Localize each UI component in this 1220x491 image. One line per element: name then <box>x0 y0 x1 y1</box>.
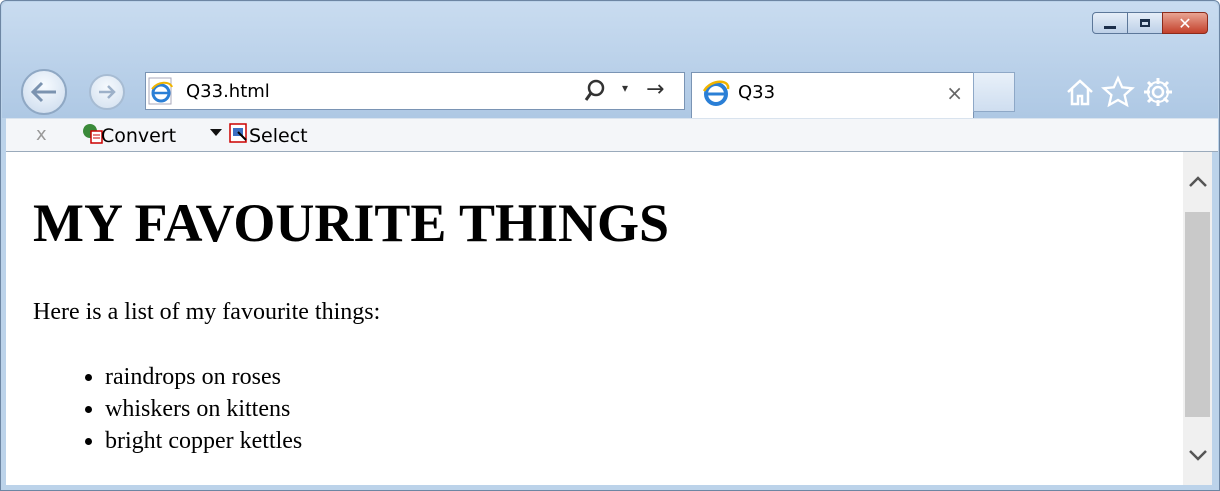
ie-logo-icon <box>148 77 173 105</box>
browser-window: ✕ Q33.html ▾ → Q33 × x Convert Select MY… <box>0 0 1220 491</box>
tab-close-button[interactable]: × <box>946 81 963 105</box>
select-button[interactable]: Select <box>249 125 308 147</box>
chevron-down-icon[interactable] <box>210 129 222 136</box>
address-bar[interactable]: Q33.html ▾ → <box>145 72 685 110</box>
close-toolbar-button[interactable]: x <box>36 124 47 145</box>
list-item: whiskers on kittens <box>105 393 302 425</box>
convert-button[interactable]: Convert <box>101 125 176 147</box>
favourites-list: raindrops on roses whiskers on kittens b… <box>33 361 302 457</box>
chevron-up-icon <box>1188 176 1207 187</box>
go-button[interactable]: → <box>646 77 664 102</box>
gear-icon[interactable] <box>1141 75 1175 109</box>
toolbar-icons <box>1065 75 1175 109</box>
scroll-down-button[interactable] <box>1183 425 1212 485</box>
back-button[interactable] <box>21 69 67 115</box>
back-arrow-icon <box>30 81 56 103</box>
intro-text: Here is a list of my favourite things: <box>33 299 381 325</box>
scrollbar-thumb[interactable] <box>1185 212 1210 417</box>
minimize-button[interactable] <box>1092 12 1128 34</box>
tab-q33[interactable]: Q33 × <box>691 72 974 118</box>
search-icon[interactable] <box>584 79 606 103</box>
address-input[interactable]: Q33.html <box>186 81 270 102</box>
vertical-scrollbar[interactable] <box>1183 152 1212 485</box>
chevron-down-icon <box>1188 450 1207 461</box>
page-heading: MY FAVOURITE THINGS <box>33 193 670 253</box>
window-controls: ✕ <box>1092 12 1208 34</box>
forward-arrow-icon <box>99 85 116 99</box>
maximize-icon <box>1140 19 1150 27</box>
tab-title: Q33 <box>738 82 776 103</box>
command-bar: x Convert Select <box>6 118 1218 152</box>
list-item: raindrops on roses <box>105 361 302 393</box>
forward-button[interactable] <box>89 74 125 110</box>
maximize-button[interactable] <box>1127 12 1163 34</box>
page-content: MY FAVOURITE THINGS Here is a list of my… <box>6 152 1183 485</box>
ie-logo-icon <box>702 80 730 106</box>
select-icon <box>229 123 247 143</box>
close-button[interactable]: ✕ <box>1162 12 1208 34</box>
search-dropdown-icon[interactable]: ▾ <box>622 81 628 95</box>
home-icon[interactable] <box>1065 75 1095 109</box>
list-item: bright copper kettles <box>105 425 302 457</box>
star-icon[interactable] <box>1101 75 1135 109</box>
close-icon: ✕ <box>1178 13 1192 33</box>
minimize-icon <box>1104 25 1116 29</box>
new-tab-button[interactable] <box>973 72 1015 112</box>
scroll-up-button[interactable] <box>1183 152 1212 212</box>
